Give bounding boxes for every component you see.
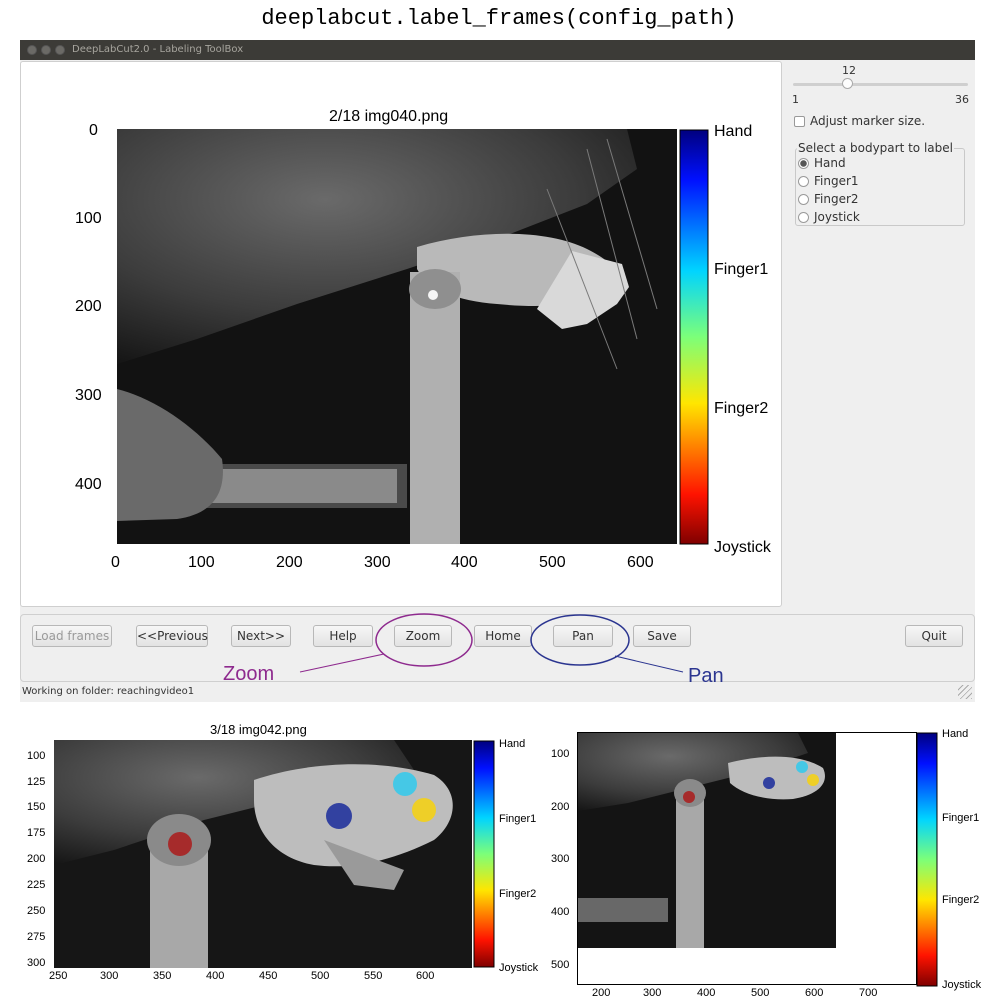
pan-colorbar-label-finger1: Finger1 xyxy=(942,812,980,824)
zoom-colorbar-label-hand: Hand xyxy=(499,738,526,750)
zoom-x-tick: 500 xyxy=(311,970,330,982)
zoom-y-tick: 300 xyxy=(27,957,46,969)
pan-callout-line xyxy=(614,655,684,673)
zoom-x-tick: 250 xyxy=(49,970,68,982)
zoom-x-tick: 350 xyxy=(153,970,172,982)
pan-colorbar-label-hand: Hand xyxy=(942,728,969,740)
pan-x-tick: 200 xyxy=(592,987,611,999)
pan-annotation-label: Pan xyxy=(688,665,724,687)
zoom-colorbar xyxy=(473,740,495,968)
pan-frame-image[interactable] xyxy=(578,733,836,948)
finger2-marker[interactable] xyxy=(412,798,436,822)
zoom-colorbar-label-finger2: Finger2 xyxy=(499,888,537,900)
zoom-plot-title: 3/18 img042.png xyxy=(210,722,307,737)
pan-x-tick: 400 xyxy=(697,987,716,999)
zoom-y-tick: 250 xyxy=(27,905,46,917)
finger2-marker[interactable] xyxy=(807,774,819,786)
hand-marker[interactable] xyxy=(763,777,775,789)
zoom-x-tick: 550 xyxy=(364,970,383,982)
zoom-x-tick: 400 xyxy=(206,970,225,982)
hand-marker[interactable] xyxy=(326,803,352,829)
zoom-y-tick: 225 xyxy=(27,879,46,891)
pan-x-tick: 500 xyxy=(751,987,770,999)
zoom-markers xyxy=(168,772,436,856)
zoom-highlight-ellipse xyxy=(375,613,473,667)
pan-y-tick: 200 xyxy=(551,801,570,813)
zoom-y-tick: 275 xyxy=(27,931,46,943)
pan-colorbar-label-finger2: Finger2 xyxy=(942,894,980,906)
zoom-y-tick: 200 xyxy=(27,853,46,865)
pan-y-tick: 500 xyxy=(551,959,570,971)
pan-x-tick: 600 xyxy=(805,987,824,999)
zoom-x-tick: 600 xyxy=(416,970,435,982)
pan-y-tick: 400 xyxy=(551,906,570,918)
zoom-annotation-label: Zoom xyxy=(223,663,275,685)
annotation-overlay xyxy=(299,613,684,673)
joystick-marker[interactable] xyxy=(168,832,192,856)
pan-highlight-ellipse xyxy=(530,614,630,666)
zoom-y-tick: 125 xyxy=(27,776,46,788)
finger1-marker[interactable] xyxy=(393,772,417,796)
zoom-y-tick: 100 xyxy=(27,750,46,762)
zoom-x-tick: 450 xyxy=(259,970,278,982)
zoom-colorbar-label-joystick: Joystick xyxy=(499,962,539,974)
pan-x-tick: 700 xyxy=(859,987,878,999)
zoom-y-tick: 175 xyxy=(27,827,46,839)
pan-markers xyxy=(683,761,819,803)
zoom-colorbar-label-finger1: Finger1 xyxy=(499,813,537,825)
pan-y-tick: 100 xyxy=(551,748,570,760)
zoom-frame-image[interactable] xyxy=(54,740,472,968)
joystick-marker[interactable] xyxy=(683,791,695,803)
zoom-x-tick: 300 xyxy=(100,970,119,982)
finger1-marker[interactable] xyxy=(796,761,808,773)
pan-colorbar-label-joystick: Joystick xyxy=(942,979,982,991)
zoom-callout-line xyxy=(299,653,385,673)
pan-x-tick: 300 xyxy=(643,987,662,999)
pan-colorbar xyxy=(916,732,938,987)
zoom-y-tick: 150 xyxy=(27,801,46,813)
pan-y-tick: 300 xyxy=(551,853,570,865)
